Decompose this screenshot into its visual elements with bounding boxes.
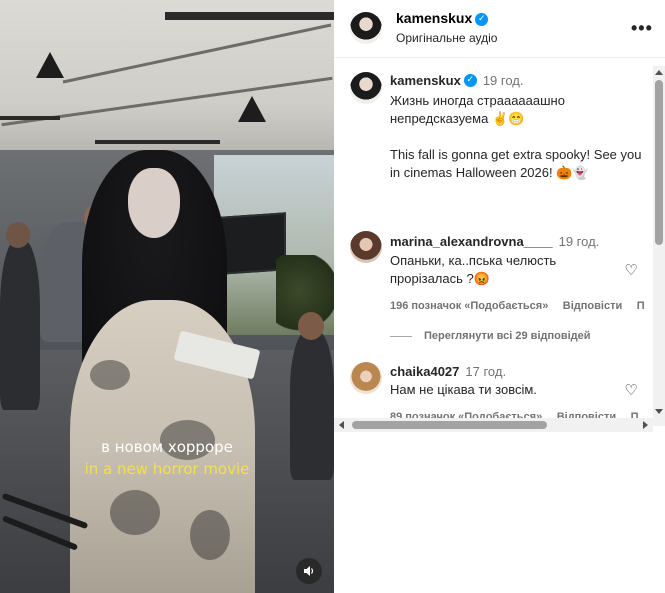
like-heart-icon[interactable]: ♡ <box>623 262 639 278</box>
reply-button[interactable]: Відповісти <box>563 300 622 312</box>
video-panel[interactable]: в новом хорроре in a new horror movie <box>0 0 334 593</box>
crew-head <box>6 222 30 248</box>
horizontal-scrollbar[interactable] <box>334 418 653 432</box>
actress-face <box>128 168 180 238</box>
ceiling-rail <box>95 140 220 144</box>
scroll-up-arrow-icon[interactable] <box>655 70 663 75</box>
mute-button[interactable] <box>296 558 322 584</box>
like-heart-icon[interactable]: ♡ <box>623 382 639 398</box>
caption-line: This fall is gonna get extra spooky! See… <box>390 147 642 180</box>
comment-username[interactable]: chaika4027 <box>390 364 459 379</box>
avatar[interactable] <box>350 231 382 263</box>
comments-list: kamenskux ✓ 19 год. Жизнь иногда страааааа… <box>334 58 665 426</box>
vertical-scrollbar[interactable] <box>653 66 665 426</box>
ceiling-rail <box>165 12 334 20</box>
comment-text: Нам не цікава ти зовсім. <box>390 382 537 397</box>
avatar[interactable] <box>350 12 382 44</box>
scrollbar-thumb[interactable] <box>655 80 663 245</box>
scroll-down-arrow-icon[interactable] <box>655 409 663 414</box>
avatar[interactable] <box>350 362 382 394</box>
ceiling-lamp <box>36 52 64 78</box>
verified-badge-icon: ✓ <box>463 74 477 88</box>
post-side-panel: kamenskux ✓ Оригінальне аудіо ••• kamensk… <box>334 0 665 593</box>
divider-line <box>390 335 412 337</box>
caption-line: Жизнь иногда страааааашно непредсказуема… <box>390 93 565 126</box>
ceiling-lamp <box>238 96 266 122</box>
like-count[interactable]: 196 позначок «Подобається» <box>390 300 548 312</box>
caption-text: Жизнь иногда страааааашно непредсказуема… <box>390 92 655 200</box>
subtitle-english: in a new horror movie <box>84 460 250 478</box>
caption-username[interactable]: kamenskux <box>390 73 461 88</box>
comment-header: marina_alexandrovna____ 19 год. <box>390 233 599 251</box>
comment-header: chaika4027 17 год. <box>390 363 506 381</box>
comment-time: 17 год. <box>465 364 507 379</box>
subtitle-russian: в новом хорроре <box>101 438 233 456</box>
ceiling-rail <box>0 116 60 120</box>
comment-text: Опаньки, ка..пська челюсть прорізалась ?… <box>390 253 557 286</box>
speaker-icon <box>304 566 314 576</box>
comment-time: 19 год. <box>558 234 600 249</box>
scroll-right-arrow-icon[interactable] <box>643 421 648 429</box>
scrollbar-thumb[interactable] <box>352 421 547 429</box>
camera-rig <box>0 492 90 560</box>
comment-username[interactable]: marina_alexandrovna____ <box>390 234 553 249</box>
more-options-button[interactable]: ••• <box>631 18 653 39</box>
avatar[interactable] <box>350 72 382 104</box>
post-header: kamenskux ✓ Оригінальне аудіо ••• <box>334 0 665 58</box>
overflow-action[interactable]: П <box>637 300 645 312</box>
crew-person <box>0 240 40 410</box>
crew-head <box>298 312 324 340</box>
view-replies-button[interactable]: Переглянути всі 29 відповідей <box>390 330 591 342</box>
comment-meta: 196 позначок «Подобається» Відповісти П <box>390 296 645 314</box>
view-replies-label: Переглянути всі 29 відповідей <box>424 330 591 342</box>
original-audio-link[interactable]: Оригінальне аудіо <box>396 31 497 45</box>
author-username[interactable]: kamenskux <box>396 10 472 26</box>
scroll-left-arrow-icon[interactable] <box>339 421 344 429</box>
caption-time: 19 год. <box>482 73 524 88</box>
verified-badge-icon: ✓ <box>475 12 489 26</box>
